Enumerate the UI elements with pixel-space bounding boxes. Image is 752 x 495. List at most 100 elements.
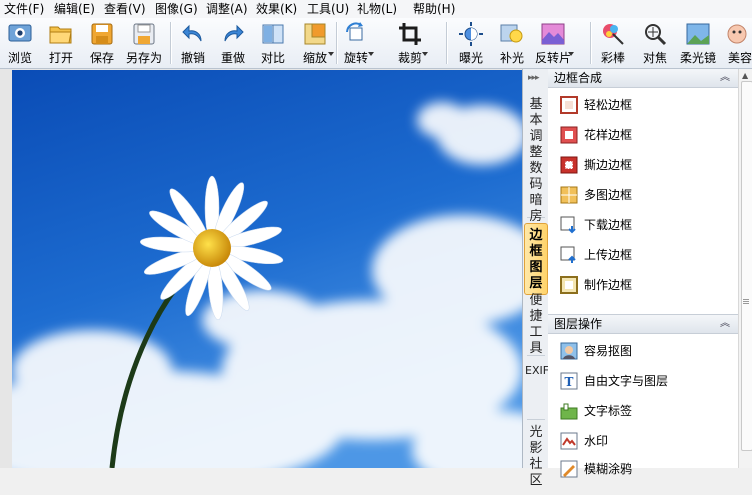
compare-icon bbox=[262, 24, 284, 44]
save-icon bbox=[91, 23, 113, 45]
menu-file[interactable]: 文件(F) bbox=[4, 2, 44, 16]
tab-digital-darkroom[interactable]: 数码暗房 bbox=[525, 161, 547, 231]
save-as-button[interactable]: 另存为 bbox=[124, 20, 164, 66]
side-tab-strip: ▸▸▸ 基本调整 数码暗房 边框图层 便捷工具 EXIF 光影社区 bbox=[522, 69, 550, 488]
collapse-up-icon[interactable]: ︽ bbox=[720, 315, 730, 333]
redo-button[interactable]: 重做 bbox=[218, 20, 248, 66]
save-as-icon bbox=[133, 23, 155, 45]
folder-icon bbox=[49, 26, 72, 44]
focus-button[interactable]: 对焦 bbox=[640, 20, 670, 66]
text-layer-icon: T bbox=[560, 372, 578, 390]
torn-frame-icon bbox=[560, 156, 578, 174]
toolbar-divider bbox=[446, 22, 448, 64]
toolbar: 浏览 打开 保存 另存为 撤销 重做 对比 缩放 旋转 裁剪 曝光 补光 反转片… bbox=[0, 18, 752, 69]
reverse-film-button[interactable]: 反转片 bbox=[534, 20, 574, 66]
menu-image[interactable]: 图像(G) bbox=[155, 2, 198, 16]
layer-section-title: 图层操作 bbox=[554, 317, 603, 331]
download-frame-icon bbox=[560, 216, 576, 234]
frame-layer-panel: 边框合成 ︽ 轻松边框 花样边框 撕边边框 多图边框 下载边框 上传边框 制作边… bbox=[548, 69, 738, 478]
color-pen-button[interactable]: 彩棒 bbox=[598, 20, 628, 66]
browse-button[interactable]: 浏览 bbox=[4, 20, 36, 66]
color-pen-icon bbox=[603, 24, 624, 45]
layer-item-cutout[interactable]: 容易抠图 bbox=[560, 341, 730, 361]
menu-adjust[interactable]: 调整(A) bbox=[206, 2, 248, 16]
zoom-dropdown-icon[interactable] bbox=[328, 52, 334, 56]
layer-item-blur-doodle[interactable]: 模糊涂鸦 bbox=[560, 459, 730, 479]
collapse-panel-icon[interactable]: ▸▸▸ bbox=[528, 73, 540, 83]
frame-item-fancy[interactable]: 花样边框 bbox=[560, 125, 730, 145]
scrollbar-thumb[interactable] bbox=[741, 81, 752, 451]
menu-gift[interactable]: 礼物(L) bbox=[357, 2, 397, 16]
text-label-icon bbox=[560, 403, 578, 420]
tab-exif[interactable]: EXIF bbox=[525, 363, 549, 427]
layer-item-text[interactable]: T 自由文字与图层 bbox=[560, 371, 730, 391]
crop-button[interactable]: 裁剪 bbox=[394, 20, 428, 66]
menu-tools[interactable]: 工具(U) bbox=[307, 2, 349, 16]
tab-basic-adjust[interactable]: 基本调整 bbox=[525, 97, 547, 167]
frame-item-download[interactable]: 下载边框 bbox=[560, 215, 730, 235]
redo-icon bbox=[224, 24, 244, 42]
rotate-button[interactable]: 旋转 bbox=[340, 20, 374, 66]
beauty-icon bbox=[727, 24, 747, 44]
blur-doodle-icon bbox=[560, 460, 578, 478]
save-button[interactable]: 保存 bbox=[86, 20, 118, 66]
focus-icon bbox=[645, 24, 667, 46]
svg-text:T: T bbox=[565, 375, 574, 389]
layer-section-header[interactable]: 图层操作 ︽ bbox=[548, 314, 738, 334]
frame-section-header[interactable]: 边框合成 ︽ bbox=[548, 69, 738, 88]
tab-divider bbox=[527, 355, 545, 356]
menu-help[interactable]: 帮助(H) bbox=[413, 2, 455, 16]
crop-dropdown-icon[interactable] bbox=[422, 52, 428, 56]
menu-edit[interactable]: 编辑(E) bbox=[54, 2, 95, 16]
tab-community[interactable]: 光影社区 bbox=[525, 425, 547, 495]
zoom-icon bbox=[304, 23, 326, 45]
soft-lens-button[interactable]: 柔光镜 bbox=[678, 20, 718, 66]
upload-frame-icon bbox=[560, 246, 576, 263]
reverse-film-icon bbox=[541, 23, 565, 45]
exposure-button[interactable]: 曝光 bbox=[456, 20, 486, 66]
cutout-icon bbox=[560, 342, 578, 360]
open-button[interactable]: 打开 bbox=[44, 20, 78, 66]
easy-frame-icon bbox=[560, 96, 578, 114]
frame-section-title: 边框合成 bbox=[554, 71, 603, 85]
undo-icon bbox=[182, 24, 202, 42]
multi-frame-icon bbox=[560, 186, 578, 204]
fill-light-button[interactable]: 补光 bbox=[496, 20, 528, 66]
fancy-frame-icon bbox=[560, 126, 578, 144]
menu-view[interactable]: 查看(V) bbox=[104, 2, 146, 16]
zoom-button[interactable]: 缩放 bbox=[298, 20, 334, 66]
rotate-icon bbox=[346, 22, 363, 41]
frame-item-make[interactable]: 制作边框 bbox=[560, 275, 730, 295]
scroll-up-icon[interactable]: ▲ bbox=[742, 71, 748, 80]
frame-item-multi[interactable]: 多图边框 bbox=[560, 185, 730, 205]
toolbar-divider bbox=[170, 22, 172, 64]
browse-icon bbox=[8, 24, 32, 42]
crop-icon bbox=[399, 23, 421, 45]
undo-button[interactable]: 撤销 bbox=[178, 20, 208, 66]
image-canvas[interactable] bbox=[0, 69, 522, 468]
menu-effect[interactable]: 效果(K) bbox=[256, 2, 297, 16]
soft-lens-icon bbox=[686, 23, 710, 45]
exposure-icon bbox=[459, 22, 483, 46]
watermark-icon bbox=[560, 432, 578, 450]
toolbar-divider bbox=[336, 22, 338, 64]
beauty-button[interactable]: 美容 bbox=[722, 20, 752, 66]
frame-item-torn[interactable]: 撕边边框 bbox=[560, 155, 730, 175]
reverse-dropdown-icon[interactable] bbox=[568, 52, 574, 56]
frame-item-easy[interactable]: 轻松边框 bbox=[560, 95, 730, 115]
scrollbar-grip bbox=[743, 299, 749, 300]
layer-item-label[interactable]: 文字标签 bbox=[560, 401, 730, 421]
tab-quick-tools[interactable]: 便捷工具 bbox=[525, 293, 547, 363]
menu-bar: 文件(F) 编辑(E) 查看(V) 图像(G) 调整(A) 效果(K) 工具(U… bbox=[0, 0, 752, 18]
make-frame-icon bbox=[560, 276, 578, 294]
tab-divider bbox=[527, 419, 545, 420]
frame-item-upload[interactable]: 上传边框 bbox=[560, 245, 730, 265]
compare-button[interactable]: 对比 bbox=[258, 20, 288, 66]
collapse-up-icon[interactable]: ︽ bbox=[720, 69, 730, 87]
tab-frame-layer[interactable]: 边框图层 bbox=[524, 223, 548, 295]
toolbar-divider bbox=[590, 22, 592, 64]
layer-item-watermark[interactable]: 水印 bbox=[560, 431, 730, 451]
fill-light-icon bbox=[500, 24, 523, 43]
panel-scrollbar[interactable]: ▲ bbox=[738, 69, 752, 468]
rotate-dropdown-icon[interactable] bbox=[368, 52, 374, 56]
